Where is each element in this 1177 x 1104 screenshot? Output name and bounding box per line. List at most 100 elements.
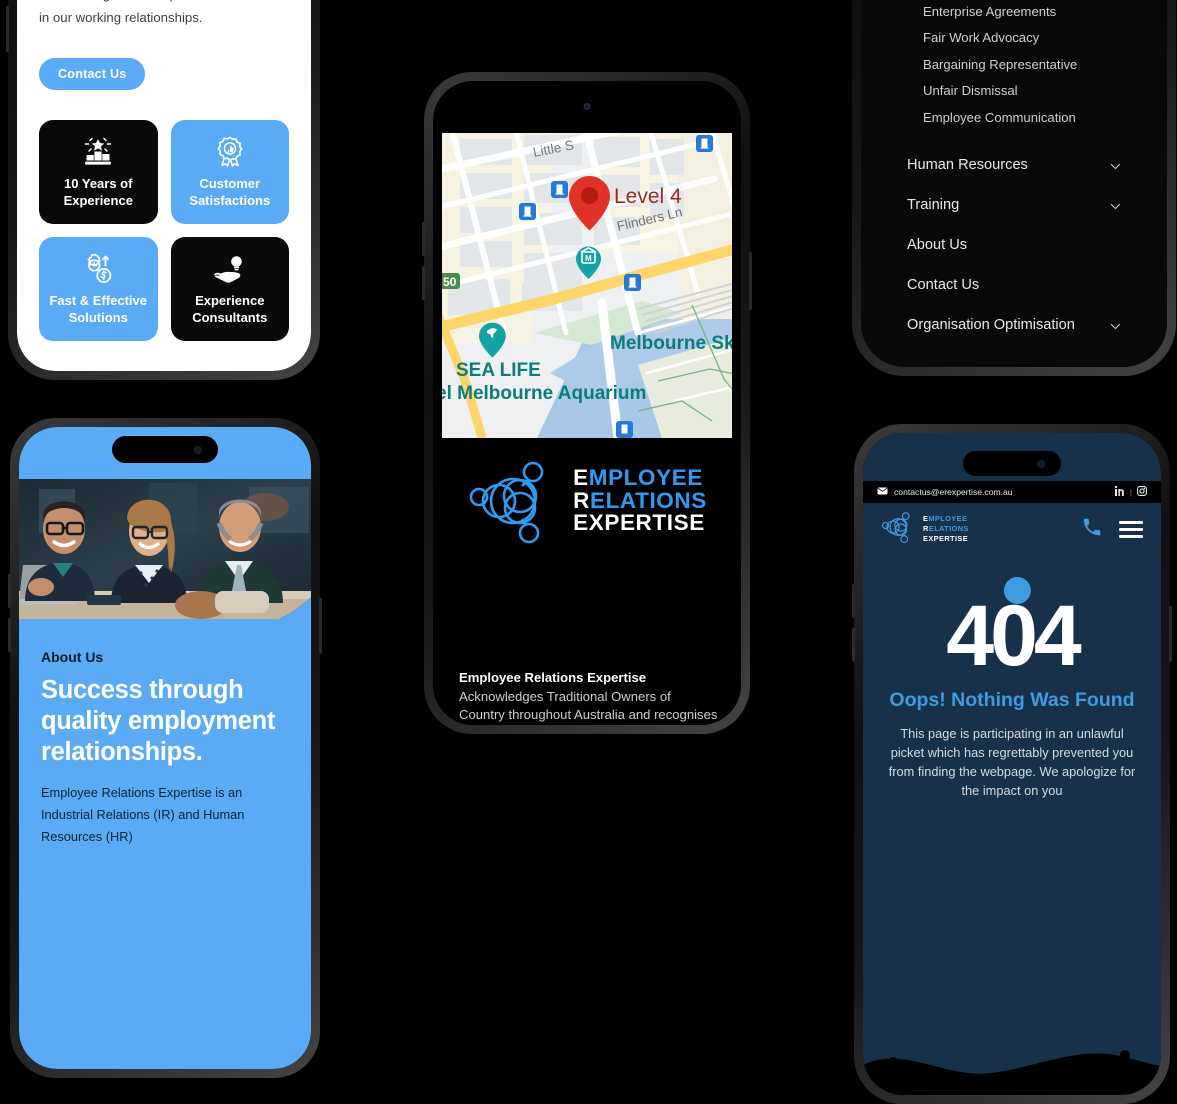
front-camera (583, 103, 591, 110)
nav-item-about-us[interactable]: About Us (907, 225, 1121, 265)
feature-card-label: 10 Years of Experience (63, 175, 133, 208)
phone-mockup-about-us: About Us Success through quality employm… (8, 418, 322, 1078)
nav-sub-item-unfair-dismissal[interactable]: Unfair Dismissal (907, 78, 1121, 104)
nav-item-training[interactable]: Training (907, 185, 1121, 225)
google-map[interactable]: 50 M Little S Flinders Ln Level 4 SEA LI… (442, 133, 732, 438)
nav-item-label: Organisation Optimisation (907, 317, 1075, 334)
decorative-dot (1003, 577, 1031, 604)
phone-mockup-contact-map: 50 M Little S Flinders Ln Level 4 SEA LI… (422, 72, 752, 734)
phone-mockup-services: communication is key to success. So let'… (6, 0, 320, 380)
feature-card-label: Experience Consultants (192, 292, 268, 325)
logo-wordmark: EMPLOYEE RELATIONS EXPERTISE (573, 467, 707, 535)
email-text: contactus@erexpertise.com.au (894, 487, 1013, 497)
volume-up-button[interactable] (422, 222, 425, 256)
phone-inner: communication is key to success. So let'… (17, 0, 311, 371)
volume-up-button[interactable] (852, 584, 855, 618)
phone-inner: contactus@erexpertise.com.au | EMPLOYEE … (863, 433, 1161, 1095)
nav-item-label: Human Resources (907, 157, 1028, 174)
logo-line-2: RELATIONS (573, 487, 707, 513)
instagram-icon[interactable] (1137, 486, 1147, 498)
power-button[interactable] (319, 598, 322, 654)
social-links: | (1114, 485, 1147, 498)
feature-card-consultants[interactable]: Experience Consultants (170, 237, 289, 342)
phone-screen-services: communication is key to success. So let'… (17, 0, 311, 371)
main-navigation: Enterprise Agreements Fair Work Advocacy… (861, 0, 1167, 345)
contact-email[interactable]: contactus@erexpertise.com.au (877, 487, 1013, 497)
nav-sub-item-fair-work-advocacy[interactable]: Fair Work Advocacy (907, 25, 1121, 51)
about-hero-image (19, 479, 311, 619)
svg-text:el Melbourne Aquarium: el Melbourne Aquarium (442, 383, 646, 404)
envelope-icon (877, 487, 888, 497)
hamburger-menu-icon[interactable] (1119, 520, 1143, 538)
phone-screen-404: contactus@erexpertise.com.au | EMPLOYEE … (863, 433, 1161, 1095)
volume-down-button[interactable] (8, 618, 11, 652)
nav-item-organisation-optimisation[interactable]: Organisation Optimisation (907, 305, 1121, 345)
acknowledgement-body: Acknowledges Traditional Owners of Count… (459, 688, 718, 723)
error-heading: Oops! Nothing Was Found (889, 689, 1135, 711)
svg-text:Level 4: Level 4 (614, 185, 682, 208)
feature-card-experience[interactable]: 10 Years of Experience (39, 120, 158, 225)
svg-text:M: M (585, 254, 592, 263)
chevron-down-icon[interactable] (1110, 200, 1121, 211)
about-kicker: About Us (41, 649, 104, 665)
feature-card-label: Customer Satisfactions (189, 175, 271, 208)
nav-item-label: About Us (907, 237, 968, 254)
employee-relations-logo-icon (881, 509, 917, 550)
power-button[interactable] (1169, 606, 1172, 662)
nav-item-human-resources[interactable]: Human Resources (907, 145, 1121, 185)
dynamic-island (112, 436, 218, 463)
chevron-down-icon[interactable] (1110, 320, 1121, 331)
volume-down-button[interactable] (852, 628, 855, 662)
employee-relations-logo-icon (467, 453, 563, 549)
feature-card-satisfaction[interactable]: Customer Satisfactions (170, 120, 289, 225)
error-code: 404 (946, 577, 1082, 679)
nav-sub-item-enterprise-agreements[interactable]: Enterprise Agreements (907, 0, 1121, 25)
podium-star-icon (81, 136, 115, 168)
gear-clock-dollar-icon (81, 253, 115, 285)
error-body: This page is participating in an unlawfu… (888, 726, 1136, 798)
phone-mockup-404-page: contactus@erexpertise.com.au | EMPLOYEE … (852, 424, 1172, 1104)
feature-card-grid: 10 Years of Experience Customer Satisfac… (39, 120, 289, 342)
phone-inner: 50 M Little S Flinders Ln Level 4 SEA LI… (433, 81, 741, 725)
svg-text:50: 50 (443, 275, 457, 289)
brand-logo[interactable]: EMPLOYEE RELATIONS EXPERTISE (881, 509, 969, 550)
volume-down-button[interactable] (6, 6, 9, 52)
about-heading: Success through quality employment relat… (41, 676, 276, 766)
phone-icon[interactable] (1081, 516, 1103, 543)
feature-card-label: Fast & Effective Solutions (49, 292, 148, 325)
svg-text:Melbourne Sky: Melbourne Sky (610, 333, 732, 354)
acknowledgement-title: Employee Relations Expertise (459, 670, 647, 685)
contact-us-button[interactable]: Contact Us (39, 58, 146, 91)
nav-sub-item-employee-communication[interactable]: Employee Communication (907, 105, 1121, 131)
separator: | (1129, 487, 1132, 497)
power-button[interactable] (749, 252, 752, 310)
nav-item-label: Contact Us (907, 277, 980, 294)
phone-screen-map: 50 M Little S Flinders Ln Level 4 SEA LI… (433, 81, 741, 725)
linkedin-icon[interactable] (1114, 485, 1125, 498)
front-camera (1037, 459, 1045, 468)
nav-sub-item-bargaining-representative[interactable]: Bargaining Representative (907, 52, 1121, 78)
logo-line-1: EMPLOYEE (573, 465, 703, 491)
logo-wordmark: EMPLOYEE RELATIONS EXPERTISE (923, 514, 969, 544)
logo-line-3: EXPERTISE (573, 510, 705, 536)
decorative-wave-shape (863, 1039, 1161, 1095)
error-content: 404 Oops! Nothing Was Found This page is… (863, 577, 1161, 800)
phone-screen-about: About Us Success through quality employm… (19, 427, 311, 1069)
nav-item-contact-us[interactable]: Contact Us (907, 265, 1121, 305)
volume-down-button[interactable] (422, 266, 425, 300)
brand-logo: EMPLOYEE RELATIONS EXPERTISE (433, 453, 741, 549)
feature-card-solutions[interactable]: Fast & Effective Solutions (39, 237, 158, 342)
header-actions (1081, 516, 1143, 543)
logo-line-1: EMPLOYEE (923, 514, 968, 523)
volume-up-button[interactable] (8, 574, 11, 608)
phone-inner: About Us Success through quality employm… (19, 427, 311, 1069)
utility-top-bar: contactus@erexpertise.com.au | (863, 481, 1161, 503)
svg-text:SEA LIFE: SEA LIFE (456, 360, 541, 381)
chevron-down-icon[interactable] (1110, 160, 1121, 171)
about-text-block: About Us Success through quality employm… (41, 649, 291, 848)
phone-screen-menu: Enterprise Agreements Fair Work Advocacy… (861, 0, 1167, 367)
logo-line-2: RELATIONS (923, 524, 969, 533)
phone-inner: Enterprise Agreements Fair Work Advocacy… (861, 0, 1167, 367)
about-paragraph: Employee Relations Expertise is an Indus… (41, 785, 245, 844)
acknowledgement-of-country: Employee Relations Expertise Acknowledge… (459, 669, 719, 725)
